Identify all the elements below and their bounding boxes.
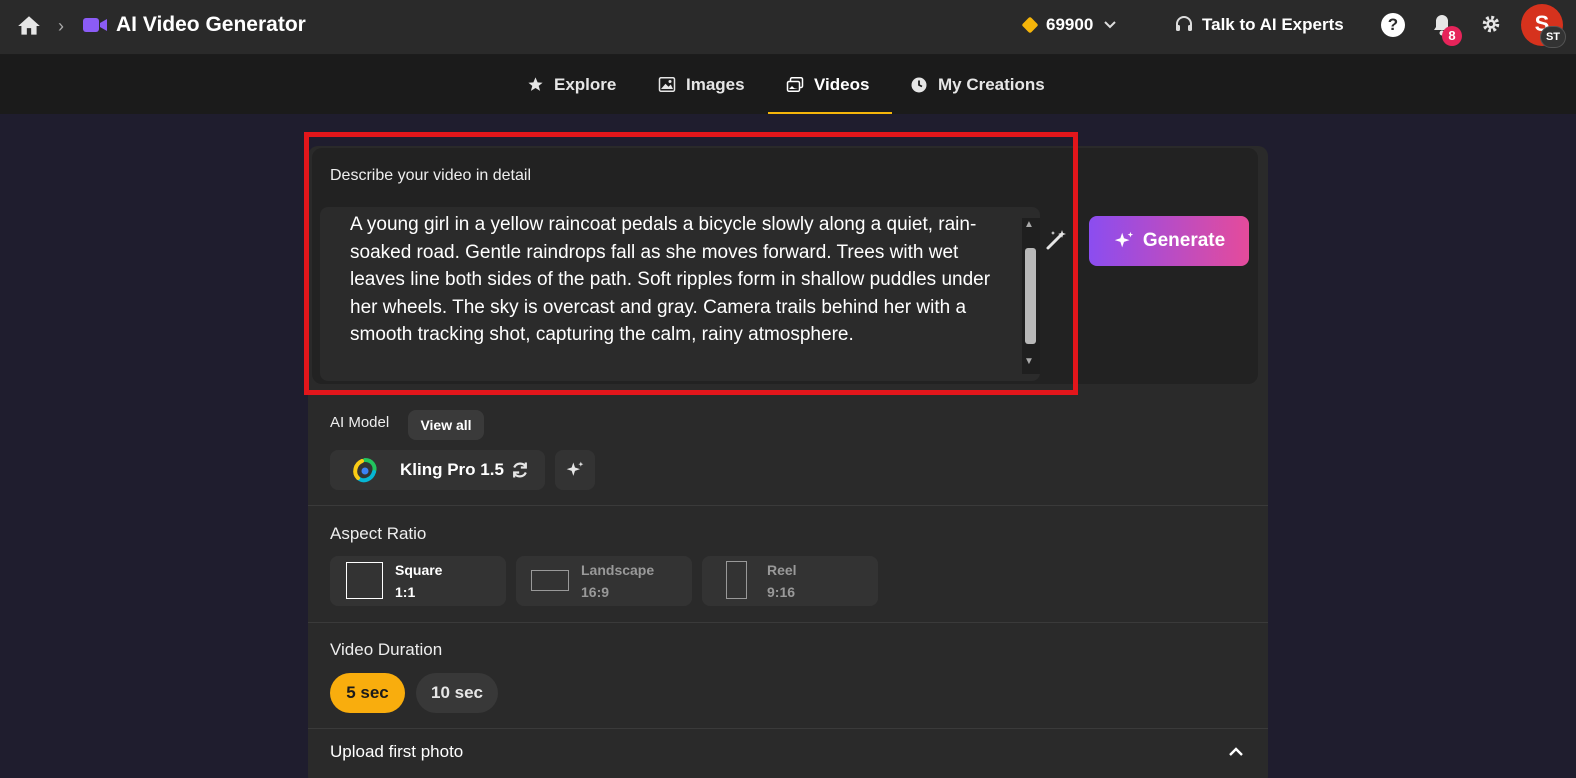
- credits-dropdown[interactable]: 69900: [1021, 12, 1117, 38]
- gallery-icon: [786, 77, 804, 92]
- talk-label: Talk to AI Experts: [1202, 15, 1344, 34]
- tab-explore[interactable]: Explore: [527, 55, 616, 114]
- avatar-badge: ST: [1540, 26, 1566, 48]
- sparkle-icon: [566, 461, 584, 476]
- tab-label: Explore: [554, 74, 617, 94]
- sparkle-icon: [1114, 231, 1133, 248]
- nav-bar: Explore Images Videos My Creations: [0, 55, 1576, 114]
- ratio-value: 1:1: [395, 584, 416, 600]
- reel-shape-icon: [726, 561, 747, 599]
- tab-label: Images: [686, 74, 745, 94]
- divider: [308, 505, 1268, 506]
- tab-label: Videos: [814, 74, 870, 94]
- view-all-button[interactable]: View all: [408, 410, 484, 440]
- ratio-value: 16:9: [581, 584, 610, 600]
- clock-icon: [911, 77, 927, 92]
- divider: [308, 728, 1268, 729]
- duration-5-sec-button[interactable]: 5 sec: [330, 673, 405, 713]
- ai-model-label: AI Model: [330, 414, 390, 431]
- upload-first-photo-label[interactable]: Upload first photo: [330, 742, 463, 762]
- square-shape-icon: [346, 562, 383, 599]
- chevron-down-icon: [1104, 21, 1116, 29]
- aspect-landscape-option[interactable]: Landscape 16:9: [516, 556, 692, 606]
- gear-icon[interactable]: [1480, 13, 1502, 35]
- active-tab-indicator: [768, 112, 892, 114]
- talk-to-experts-button[interactable]: Talk to AI Experts: [1174, 12, 1344, 38]
- landscape-shape-icon: [531, 570, 569, 591]
- highlight-box: [304, 132, 1078, 395]
- chevron-right-icon: ›: [58, 16, 64, 36]
- ratio-value: 9:16: [767, 584, 796, 600]
- model-name: Kling Pro 1.5: [400, 460, 504, 479]
- notification-badge: 8: [1442, 26, 1462, 46]
- divider: [308, 622, 1268, 623]
- top-bar: › AI Video Generator 69900 Talk to AI Ex…: [0, 0, 1576, 55]
- chevron-up-icon[interactable]: [1226, 742, 1246, 762]
- generate-label: Generate: [1142, 230, 1226, 251]
- aspect-ratio-label: Aspect Ratio: [330, 524, 427, 543]
- home-icon[interactable]: [16, 13, 42, 39]
- ratio-name: Landscape: [581, 562, 655, 578]
- model-selector[interactable]: Kling Pro 1.5: [330, 450, 545, 490]
- aspect-square-option[interactable]: Square 1:1: [330, 556, 506, 606]
- tab-images[interactable]: Images: [658, 55, 745, 114]
- tab-label: My Creations: [938, 74, 1045, 94]
- image-icon: [658, 77, 676, 92]
- app-title: AI Video Generator: [116, 13, 306, 36]
- video-duration-label: Video Duration: [330, 640, 443, 659]
- tab-videos[interactable]: Videos: [786, 55, 869, 114]
- star-icon: [528, 77, 543, 91]
- kling-logo-icon: [353, 458, 377, 483]
- tab-my-creations[interactable]: My Creations: [910, 55, 1045, 114]
- aspect-reel-option[interactable]: Reel 9:16: [702, 556, 878, 606]
- refresh-icon[interactable]: [510, 460, 530, 480]
- credits-value: 69900: [1046, 15, 1094, 34]
- ratio-name: Square: [395, 562, 443, 578]
- duration-10-sec-button[interactable]: 10 sec: [416, 673, 498, 713]
- video-camera-icon: [83, 18, 107, 32]
- generate-button[interactable]: Generate: [1089, 216, 1249, 266]
- help-icon[interactable]: ?: [1381, 13, 1405, 37]
- diamond-icon: [1021, 16, 1039, 34]
- ratio-name: Reel: [767, 562, 797, 578]
- headset-icon: [1176, 16, 1192, 31]
- model-suggest-button[interactable]: [555, 450, 595, 490]
